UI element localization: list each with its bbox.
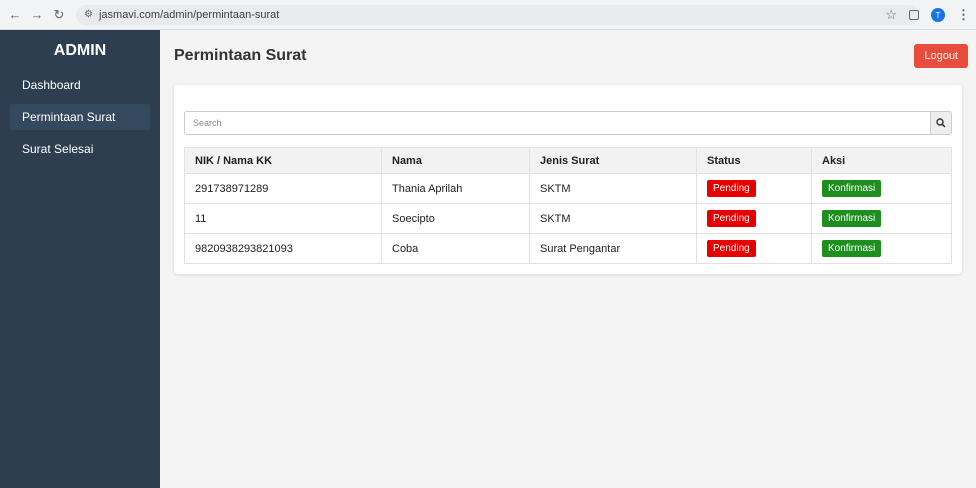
sidebar-item-permintaan-surat[interactable]: Permintaan Surat [10, 104, 150, 130]
cell-status: Pending [696, 233, 812, 264]
status-badge: Pending [707, 180, 756, 197]
reload-icon[interactable]: ↻ [52, 7, 66, 22]
table-row: 291738971289 Thania Aprilah SKTM Pending… [184, 173, 952, 204]
forward-icon[interactable]: → [30, 7, 44, 22]
cell-aksi: Konfirmasi [811, 233, 952, 264]
cell-jenis-surat: SKTM [529, 203, 697, 234]
column-header-status: Status [696, 147, 812, 174]
browser-toolbar: ← → ↻ ⚙ jasmavi.com/admin/permintaan-sur… [0, 0, 976, 30]
status-badge: Pending [707, 210, 756, 227]
cell-nik: 291738971289 [184, 173, 382, 204]
column-header-jenis-surat: Jenis Surat [529, 147, 697, 174]
cell-nama: Coba [381, 233, 530, 264]
profile-avatar[interactable]: T [931, 8, 945, 22]
cell-nik: 11 [184, 203, 382, 234]
bookmark-star-icon[interactable]: ☆ [885, 7, 897, 23]
requests-table: NIK / Nama KK Nama Jenis Surat Status Ak… [184, 147, 952, 264]
search-button[interactable] [930, 111, 952, 135]
cell-aksi: Konfirmasi [811, 173, 952, 204]
address-bar[interactable]: ⚙ jasmavi.com/admin/permintaan-surat [76, 4, 919, 25]
status-badge: Pending [707, 240, 756, 257]
table-header-row: NIK / Nama KK Nama Jenis Surat Status Ak… [184, 147, 952, 174]
cell-aksi: Konfirmasi [811, 203, 952, 234]
konfirmasi-button[interactable]: Konfirmasi [822, 210, 882, 227]
more-menu-icon[interactable]: ⋮ [957, 7, 970, 23]
cell-nama: Thania Aprilah [381, 173, 530, 204]
table-row: 11 Soecipto SKTM Pending Konfirmasi [184, 203, 952, 234]
sidebar-item-surat-selesai[interactable]: Surat Selesai [10, 136, 150, 162]
cell-nik: 9820938293821093 [184, 233, 382, 264]
back-icon[interactable]: ← [8, 7, 22, 22]
cell-jenis-surat: SKTM [529, 173, 697, 204]
table-row: 9820938293821093 Coba Surat Pengantar Pe… [184, 233, 952, 264]
column-header-aksi: Aksi [811, 147, 952, 174]
cell-status: Pending [696, 173, 812, 204]
konfirmasi-button[interactable]: Konfirmasi [822, 180, 882, 197]
sidebar: ADMIN Dashboard Permintaan Surat Surat S… [0, 30, 160, 488]
search-bar [184, 111, 952, 135]
konfirmasi-button[interactable]: Konfirmasi [822, 240, 882, 257]
extensions-icon[interactable] [909, 10, 919, 20]
column-header-nik: NIK / Nama KK [184, 147, 382, 174]
cell-jenis-surat: Surat Pengantar [529, 233, 697, 264]
column-header-nama: Nama [381, 147, 530, 174]
search-icon [936, 118, 946, 128]
sidebar-item-dashboard[interactable]: Dashboard [10, 72, 150, 98]
main-content: Permintaan Surat Logout NIK / Nama KK Na… [160, 30, 976, 488]
sidebar-brand: ADMIN [53, 42, 107, 59]
search-input[interactable] [184, 111, 930, 135]
logout-button[interactable]: Logout [914, 44, 968, 68]
cell-status: Pending [696, 203, 812, 234]
site-info-icon[interactable]: ⚙ [84, 9, 93, 20]
cell-nama: Soecipto [381, 203, 530, 234]
url-text: jasmavi.com/admin/permintaan-surat [98, 8, 280, 21]
page-title: Permintaan Surat [174, 47, 307, 64]
requests-card: NIK / Nama KK Nama Jenis Surat Status Ak… [174, 85, 962, 274]
